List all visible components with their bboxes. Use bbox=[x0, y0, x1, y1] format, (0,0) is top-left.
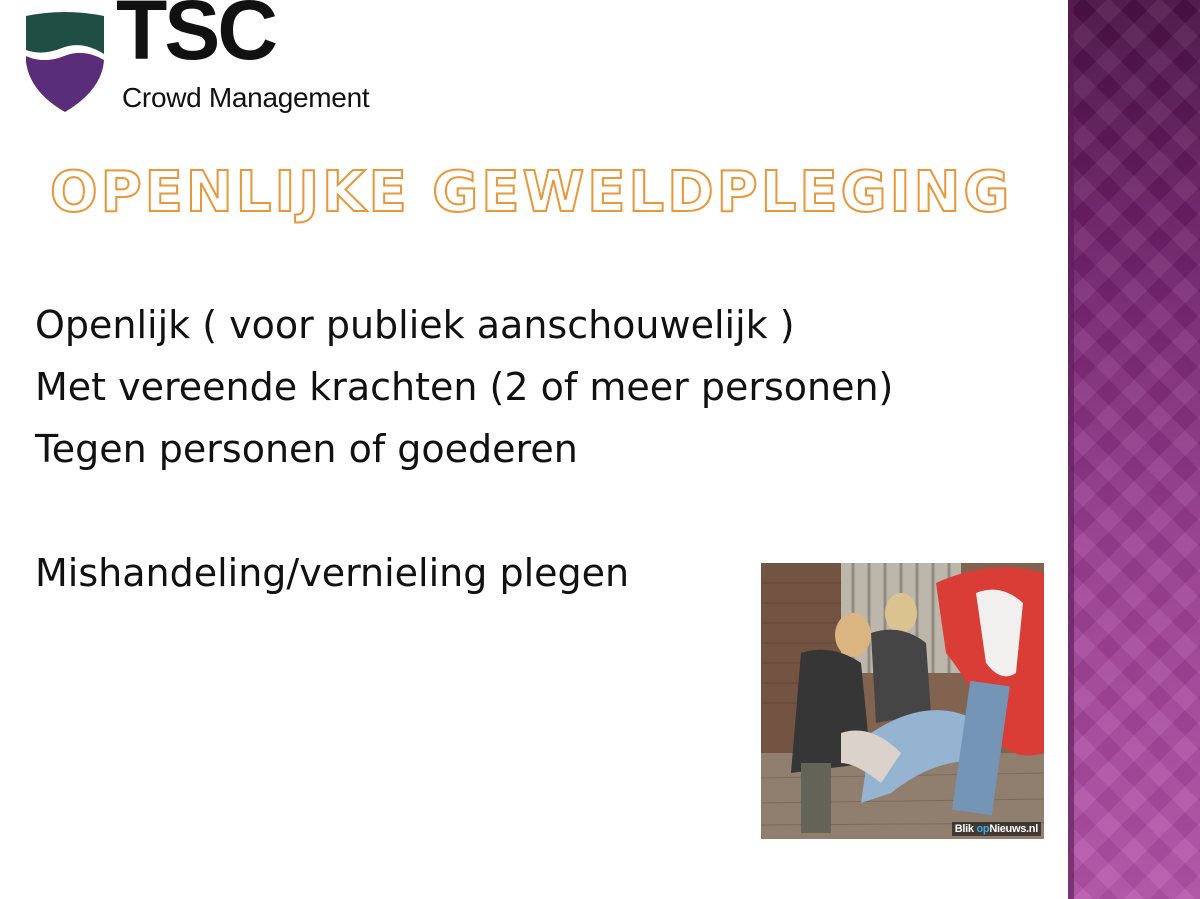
fight-scene-photo: Blik opNieuws.nl bbox=[761, 563, 1044, 839]
watermark-part: Nieuws.nl bbox=[989, 823, 1038, 835]
bullet-spacer bbox=[35, 486, 893, 548]
decorative-side-band bbox=[1068, 0, 1200, 899]
photo-watermark: Blik opNieuws.nl bbox=[951, 822, 1041, 836]
slide: TSC Crowd Management OPENLIJKE GEWELDPLE… bbox=[0, 0, 1200, 899]
logo-brand-text: TSC bbox=[116, 0, 278, 77]
bullet-item: Met vereende krachten (2 of meer persone… bbox=[35, 365, 894, 409]
watermark-part: Blik bbox=[954, 823, 977, 835]
slide-title: OPENLIJKE GEWELDPLEGING bbox=[49, 159, 1013, 226]
watermark-op: op bbox=[976, 823, 990, 835]
bullet-item: Tegen personen of goederen bbox=[35, 427, 578, 471]
logo-subtitle: Crowd Management bbox=[122, 82, 370, 113]
photo-illustration bbox=[761, 563, 1044, 839]
shield-logo-icon bbox=[26, 12, 104, 112]
side-band-edge bbox=[1068, 0, 1074, 899]
bullet-item: Openlijk ( voor publiek aanschouwelijk ) bbox=[35, 303, 795, 347]
tsc-logo: TSC Crowd Management bbox=[22, 0, 412, 123]
